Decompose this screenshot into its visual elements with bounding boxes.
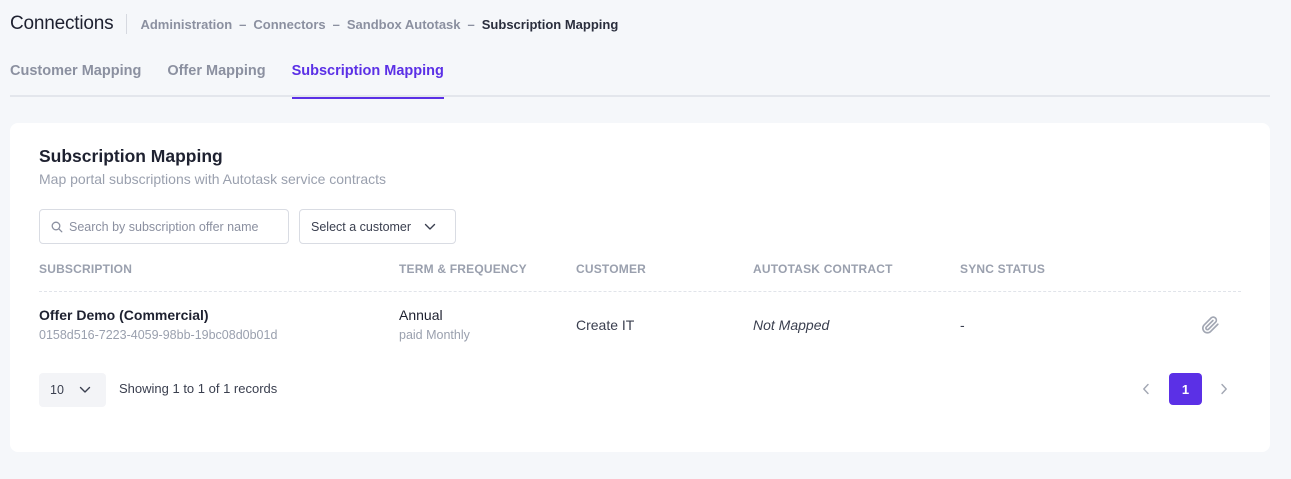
- tab-bar: Customer Mapping Offer Mapping Subscript…: [10, 50, 1270, 99]
- table-row: Offer Demo (Commercial) 0158d516-7223-40…: [10, 292, 1270, 354]
- breadcrumb-separator: –: [239, 16, 247, 32]
- customer-name: Create IT: [576, 317, 635, 333]
- subscription-id: 0158d516-7223-4059-98bb-19bc08d0b01d: [39, 328, 278, 342]
- column-header-customer: CUSTOMER: [576, 262, 647, 276]
- term: Annual: [399, 307, 443, 323]
- breadcrumb-separator: –: [467, 16, 475, 32]
- chevron-down-icon: [79, 386, 91, 393]
- column-header-sync-status: SYNC STATUS: [960, 262, 1046, 276]
- search-icon: [51, 221, 63, 232]
- breadcrumb-item-current: Subscription Mapping: [481, 16, 619, 32]
- breadcrumb: Administration – Connectors – Sandbox Au…: [140, 17, 618, 32]
- breadcrumb-item-connectors[interactable]: Connectors: [253, 17, 325, 32]
- autotask-contract: Not Mapped: [753, 317, 830, 333]
- breadcrumb-item-administration[interactable]: Administration: [140, 17, 232, 32]
- breadcrumb-separator: –: [332, 16, 340, 32]
- header-divider: [126, 14, 128, 34]
- column-header-subscription: SUBSCRIPTION: [39, 262, 133, 276]
- search-box[interactable]: [39, 209, 289, 244]
- previous-page-button[interactable]: [1139, 380, 1153, 398]
- customer-select-label: Select a customer: [311, 219, 412, 234]
- tab-customer-mapping[interactable]: Customer Mapping: [10, 50, 141, 97]
- paperclip-icon: [1202, 316, 1219, 334]
- page-button-current[interactable]: 1: [1169, 373, 1202, 405]
- customer-select[interactable]: Select a customer: [299, 209, 456, 244]
- billing-frequency: paid Monthly: [399, 328, 470, 342]
- breadcrumb-item-sandbox-autotask[interactable]: Sandbox Autotask: [347, 17, 461, 32]
- tab-offer-mapping[interactable]: Offer Mapping: [167, 50, 265, 97]
- subscription-mapping-card: Subscription Mapping Map portal subscrip…: [10, 123, 1270, 452]
- sync-status: -: [960, 317, 965, 333]
- card-subtitle: Map portal subscriptions with Autotask s…: [39, 171, 387, 187]
- chevron-right-icon: [1221, 383, 1227, 395]
- column-header-autotask-contract: AUTOTASK CONTRACT: [753, 262, 893, 276]
- card-title: Subscription Mapping: [39, 146, 223, 166]
- next-page-button[interactable]: [1217, 380, 1231, 398]
- page-size-select[interactable]: 10: [39, 373, 106, 407]
- records-info: Showing 1 to 1 of 1 records: [119, 381, 278, 396]
- page-title: Connections: [10, 13, 114, 34]
- tab-subscription-mapping[interactable]: Subscription Mapping: [291, 50, 445, 99]
- page-header: Connections Administration – Connectors …: [10, 12, 618, 36]
- chevron-down-icon: [424, 223, 436, 230]
- column-header-term-frequency: TERM & FREQUENCY: [399, 262, 527, 276]
- chevron-left-icon: [1143, 383, 1149, 395]
- subscription-name: Offer Demo (Commercial): [39, 307, 209, 323]
- page-size-value: 10: [50, 383, 64, 397]
- map-contract-button[interactable]: [1199, 314, 1221, 336]
- search-input[interactable]: [69, 219, 279, 234]
